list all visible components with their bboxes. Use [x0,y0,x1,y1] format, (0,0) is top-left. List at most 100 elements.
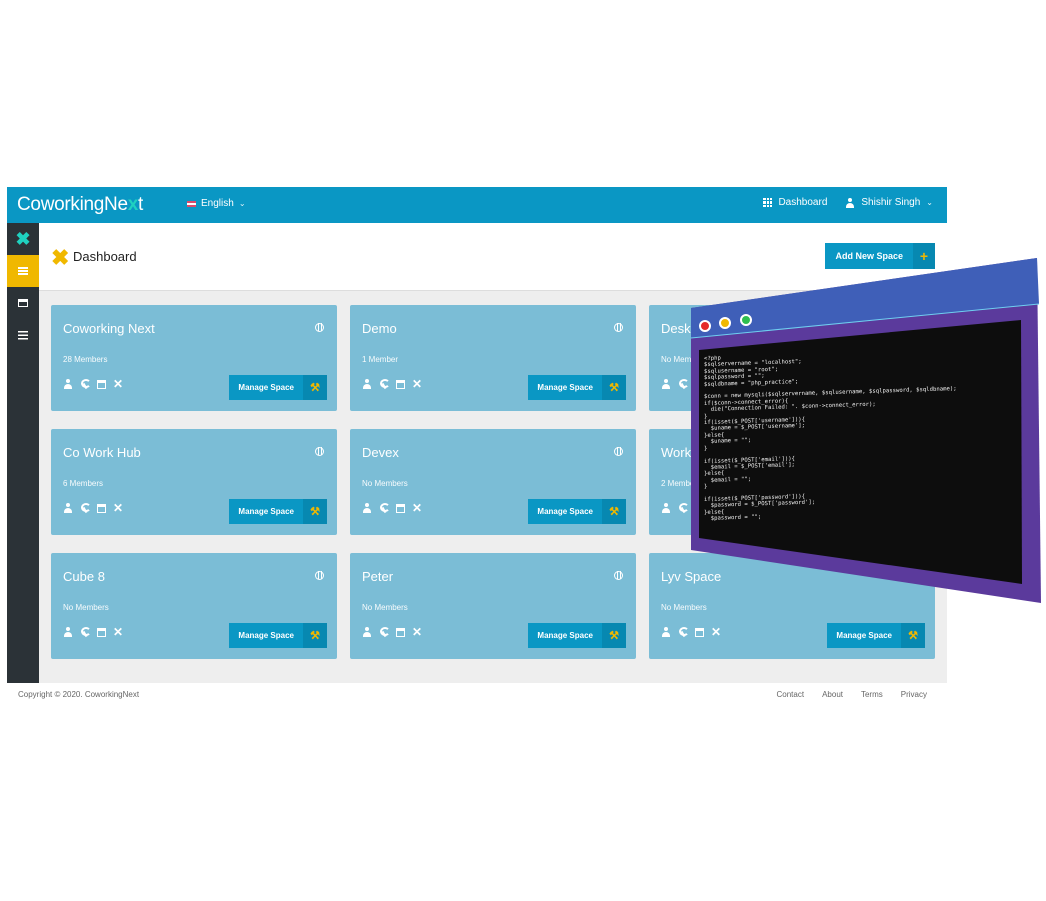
brand-text: CoworkingNe [17,194,128,215]
footer-link-about[interactable]: About [822,690,843,699]
space-card[interactable]: Co Work Hub 6 Members ✕ Manage Space ⚒ [51,429,337,535]
member-count: No Members [63,603,109,612]
space-card[interactable]: Demo 1 Member ✕ Manage Space ⚒ [350,305,636,411]
sidebar-item-cards[interactable] [7,287,39,319]
space-name[interactable]: Coworking Next [63,321,155,336]
members-icon[interactable] [661,379,671,389]
globe-icon[interactable] [614,447,623,456]
space-card[interactable]: Devex No Members ✕ Manage Space ⚒ [350,429,636,535]
user-name: Shishir Singh [861,197,921,208]
sidebar-logo[interactable]: ✖ [7,223,39,255]
space-name[interactable]: Peter [362,569,393,584]
tools-icon[interactable]: ✕ [412,378,422,390]
tools-icon[interactable]: ✕ [412,626,422,638]
space-card[interactable]: Coworking Next 28 Members ✕ Manage Space ⚒ [51,305,337,411]
tools-icon[interactable]: ✕ [113,378,123,390]
copyright-text: Copyright © 2020. CoworkingNext [18,690,140,699]
globe-icon[interactable] [614,323,623,332]
settings-icon[interactable] [379,379,390,389]
dashboard-link-label: Dashboard [778,197,828,208]
tools-icon: ⚒ [602,623,626,648]
space-card[interactable]: Peter No Members ✕ Manage Space ⚒ [350,553,636,659]
calendar-icon[interactable] [97,627,106,637]
manage-space-label: Manage Space [537,383,593,392]
footer-links: Contact About Terms Privacy [777,690,928,699]
settings-icon[interactable] [379,503,390,513]
page-title: Dashboard [73,249,137,264]
members-icon[interactable] [362,379,372,389]
calendar-icon[interactable] [396,379,405,389]
footer-link-privacy[interactable]: Privacy [901,690,927,699]
space-name[interactable]: Co Work Hub [63,445,141,460]
globe-icon[interactable] [315,571,324,580]
manage-space-label: Manage Space [238,631,294,640]
space-name[interactable]: Demo [362,321,397,336]
card-icon [18,299,28,307]
footer-link-terms[interactable]: Terms [861,690,883,699]
sidebar-item-list[interactable] [7,319,39,351]
space-name[interactable]: Cube 8 [63,569,105,584]
settings-icon[interactable] [80,627,91,637]
footer-link-contact[interactable]: Contact [777,690,805,699]
space-actions: ✕ [362,626,422,638]
calendar-icon[interactable] [97,503,106,513]
settings-icon[interactable] [678,503,689,513]
manage-space-label: Manage Space [836,631,892,640]
code-editor-illustration: <?php $sqlservername = "localhost"; $sqlus… [691,258,1041,603]
globe-icon[interactable] [315,447,324,456]
language-selector[interactable]: English ⌄ [187,198,246,209]
space-card[interactable]: Cube 8 No Members ✕ Manage Space ⚒ [51,553,337,659]
manage-space-button[interactable]: Manage Space ⚒ [528,499,626,524]
tools-icon: ⚒ [901,623,925,648]
manage-space-button[interactable]: Manage Space ⚒ [528,623,626,648]
chevron-down-icon: ⌄ [238,199,246,208]
language-label: English [201,198,234,209]
sidebar-item-dashboard[interactable] [7,255,39,287]
list-icon [18,330,28,340]
member-count: 1 Member [362,355,399,364]
settings-icon[interactable] [678,379,689,389]
calendar-icon[interactable] [97,379,106,389]
calendar-icon[interactable] [695,627,704,637]
members-icon[interactable] [63,627,73,637]
calendar-icon[interactable] [396,503,405,513]
manage-space-button[interactable]: Manage Space ⚒ [528,375,626,400]
globe-icon[interactable] [315,323,324,332]
calendar-icon[interactable] [396,627,405,637]
dashboard-link[interactable]: Dashboard [763,197,827,208]
space-actions: ✕ [362,502,422,514]
globe-icon[interactable] [614,571,623,580]
member-count: 6 Members [63,479,104,488]
top-right-nav: Dashboard Shishir Singh ⌄ [763,197,933,208]
flag-icon [187,200,196,207]
manage-space-button[interactable]: Manage Space ⚒ [229,623,327,648]
tools-icon[interactable]: ✕ [412,502,422,514]
user-icon [845,197,855,208]
space-name[interactable]: Devex [362,445,399,460]
tools-icon: ⚒ [602,499,626,524]
footer: Copyright © 2020. CoworkingNext Contact … [7,683,947,713]
tools-icon[interactable]: ✕ [113,502,123,514]
members-icon[interactable] [362,627,372,637]
settings-icon[interactable] [80,503,91,513]
members-icon[interactable] [661,503,671,513]
brand-logo[interactable]: CoworkingNext [17,194,143,216]
manage-space-button[interactable]: Manage Space ⚒ [229,499,327,524]
manage-space-button[interactable]: Manage Space ⚒ [229,375,327,400]
space-actions: ✕ [63,502,123,514]
member-count: No Members [362,603,408,612]
maximize-dot-icon [740,314,752,326]
members-icon[interactable] [661,627,671,637]
tools-icon[interactable]: ✕ [711,626,721,638]
manage-space-button[interactable]: Manage Space ⚒ [827,623,925,648]
tools-icon[interactable]: ✕ [113,626,123,638]
members-icon[interactable] [362,503,372,513]
members-icon[interactable] [63,503,73,513]
settings-icon[interactable] [80,379,91,389]
manage-space-label: Manage Space [537,507,593,516]
members-icon[interactable] [63,379,73,389]
settings-icon[interactable] [379,627,390,637]
settings-icon[interactable] [678,627,689,637]
space-actions: ✕ [661,626,721,638]
user-menu[interactable]: Shishir Singh ⌄ [845,197,933,208]
